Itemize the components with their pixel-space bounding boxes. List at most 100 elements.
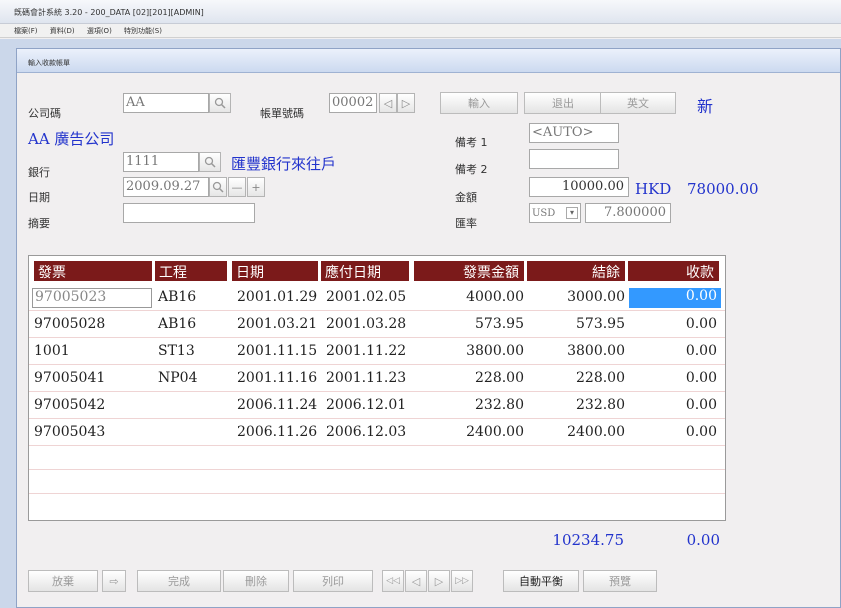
bank-search-button[interactable] bbox=[199, 152, 221, 172]
header-invoice: 發票 bbox=[34, 261, 152, 281]
invoice-cell[interactable]: 97005043 bbox=[34, 424, 105, 444]
next-icon: ▷ bbox=[401, 96, 411, 110]
menu-special[interactable]: 特別功能(S) bbox=[124, 27, 162, 35]
date-cell[interactable]: 2006.11.26 bbox=[237, 424, 317, 444]
invoice-amount-cell[interactable]: 573.95 bbox=[414, 316, 524, 336]
project-cell[interactable]: AB16 bbox=[158, 316, 196, 336]
balance-cell[interactable]: 232.80 bbox=[527, 397, 625, 417]
menu-data[interactable]: 資料(D) bbox=[50, 27, 75, 35]
balance-cell[interactable]: 3000.00 bbox=[527, 289, 625, 309]
total-receipt: 0.00 bbox=[686, 531, 720, 549]
amount-input[interactable]: 10000.00 bbox=[529, 177, 629, 197]
prev-icon: ◁ bbox=[383, 96, 393, 110]
memo1-input[interactable]: <AUTO> bbox=[529, 123, 619, 143]
bill-next-button[interactable]: ▷ bbox=[397, 93, 415, 113]
next-record-button[interactable]: ▷ bbox=[428, 570, 450, 592]
receipt-cell[interactable]: 0.00 bbox=[629, 343, 717, 363]
due-date-cell[interactable]: 2006.12.01 bbox=[326, 397, 406, 417]
date-cell[interactable]: 2001.11.15 bbox=[237, 343, 317, 363]
auto-balance-button[interactable]: 自動平衡 bbox=[503, 570, 579, 592]
invoice-table: 發票 工程 日期 應付日期 發票金額 結餘 收款 97005023 AB16 2… bbox=[28, 255, 726, 521]
balance-cell[interactable]: 573.95 bbox=[527, 316, 625, 336]
next-icon: ▷ bbox=[434, 574, 444, 588]
done-button[interactable]: 完成 bbox=[137, 570, 221, 592]
receipt-cell[interactable]: 0.00 bbox=[629, 397, 717, 417]
memo2-label: 備考 2 bbox=[455, 163, 488, 176]
receipt-cell[interactable]: 0.00 bbox=[629, 316, 717, 336]
date-cell[interactable]: 2006.11.24 bbox=[237, 397, 317, 417]
total-balance: 10234.75 bbox=[552, 531, 624, 549]
memo2-input[interactable] bbox=[529, 149, 619, 169]
invoice-cell[interactable]: 97005023 bbox=[32, 288, 152, 308]
receipt-cell[interactable]: 0.00 bbox=[629, 424, 717, 444]
balance-cell[interactable]: 2400.00 bbox=[527, 424, 625, 444]
prev-record-button[interactable]: ◁ bbox=[405, 570, 427, 592]
input-button[interactable]: 輸入 bbox=[440, 92, 518, 114]
balance-cell[interactable]: 3800.00 bbox=[527, 343, 625, 363]
cancel-button[interactable]: 放棄 bbox=[28, 570, 98, 592]
date-cell[interactable]: 2001.01.29 bbox=[237, 289, 317, 309]
delete-button[interactable]: 刪除 bbox=[223, 570, 289, 592]
due-date-cell[interactable]: 2001.11.22 bbox=[326, 343, 406, 363]
rate-input[interactable]: 7.800000 bbox=[585, 203, 671, 223]
receipt-cell[interactable]: 0.00 bbox=[629, 370, 717, 390]
balance-cell[interactable]: 228.00 bbox=[527, 370, 625, 390]
due-date-cell[interactable]: 2006.12.03 bbox=[326, 424, 406, 444]
currency-code: HKD bbox=[635, 180, 672, 198]
bill-no-input[interactable]: 00002 bbox=[329, 93, 377, 113]
invoice-amount-cell[interactable]: 4000.00 bbox=[414, 289, 524, 309]
search-icon bbox=[214, 97, 226, 109]
minus-icon: — bbox=[231, 180, 243, 194]
due-date-cell[interactable]: 2001.02.05 bbox=[326, 289, 406, 309]
invoice-cell[interactable]: 1001 bbox=[34, 343, 70, 363]
bill-prev-button[interactable]: ◁ bbox=[379, 93, 397, 113]
invoice-amount-cell[interactable]: 3800.00 bbox=[414, 343, 524, 363]
rate-label: 匯率 bbox=[455, 217, 477, 230]
company-code-label: 公司碼 bbox=[28, 107, 61, 120]
invoice-amount-cell[interactable]: 232.80 bbox=[414, 397, 524, 417]
window-title: 旣碼會計系統 3.20 - 200_DATA [02][201][ADMIN] bbox=[14, 8, 204, 17]
header-project: 工程 bbox=[155, 261, 227, 281]
due-date-cell[interactable]: 2001.03.28 bbox=[326, 316, 406, 336]
date-input[interactable]: 2009.09.27 bbox=[123, 177, 209, 197]
date-search-button[interactable] bbox=[209, 177, 227, 197]
invoice-amount-cell[interactable]: 228.00 bbox=[414, 370, 524, 390]
exit-button[interactable]: 退出 bbox=[524, 92, 602, 114]
row-divider bbox=[29, 445, 725, 446]
project-cell[interactable]: NP04 bbox=[158, 370, 197, 390]
bank-name: 匯豐銀行來往戶 bbox=[231, 155, 337, 173]
row-divider bbox=[29, 337, 725, 338]
print-button[interactable]: 列印 bbox=[293, 570, 373, 592]
date-minus-button[interactable]: — bbox=[228, 177, 246, 197]
bill-no-label: 帳單號碼 bbox=[260, 107, 304, 120]
preview-button[interactable]: 預覽 bbox=[583, 570, 657, 592]
child-window-title: 輸入收款帳單 bbox=[17, 49, 840, 73]
summary-input[interactable] bbox=[123, 203, 255, 223]
bank-input[interactable]: 1111 bbox=[123, 152, 199, 172]
last-record-button[interactable]: ▷▷ bbox=[451, 570, 473, 592]
date-plus-button[interactable]: + bbox=[247, 177, 265, 197]
summary-label: 摘要 bbox=[28, 217, 50, 230]
date-cell[interactable]: 2001.11.16 bbox=[237, 370, 317, 390]
first-record-button[interactable]: ◁◁ bbox=[382, 570, 404, 592]
menu-options[interactable]: 選項(O) bbox=[87, 27, 112, 35]
invoice-cell[interactable]: 97005028 bbox=[34, 316, 105, 336]
due-date-cell[interactable]: 2001.11.23 bbox=[326, 370, 406, 390]
invoice-amount-cell[interactable]: 2400.00 bbox=[414, 424, 524, 444]
plus-icon: + bbox=[251, 180, 261, 194]
invoice-cell[interactable]: 97005041 bbox=[34, 370, 105, 390]
menu-file[interactable]: 檔案(F) bbox=[14, 27, 38, 35]
rate-currency-select[interactable]: USD ▾ bbox=[529, 203, 581, 223]
project-cell[interactable]: AB16 bbox=[158, 289, 196, 309]
arrow-right-button[interactable]: ⇨ bbox=[102, 570, 126, 592]
company-search-button[interactable] bbox=[209, 93, 231, 113]
date-cell[interactable]: 2001.03.21 bbox=[237, 316, 317, 336]
receipt-cell-selected[interactable]: 0.00 bbox=[629, 288, 721, 308]
header-balance: 結餘 bbox=[527, 261, 625, 281]
project-cell[interactable]: ST13 bbox=[158, 343, 195, 363]
row-divider bbox=[29, 391, 725, 392]
english-button[interactable]: 英文 bbox=[600, 92, 676, 114]
company-code-input[interactable]: AA bbox=[123, 93, 209, 113]
amount-label: 金額 bbox=[455, 191, 477, 204]
invoice-cell[interactable]: 97005042 bbox=[34, 397, 105, 417]
